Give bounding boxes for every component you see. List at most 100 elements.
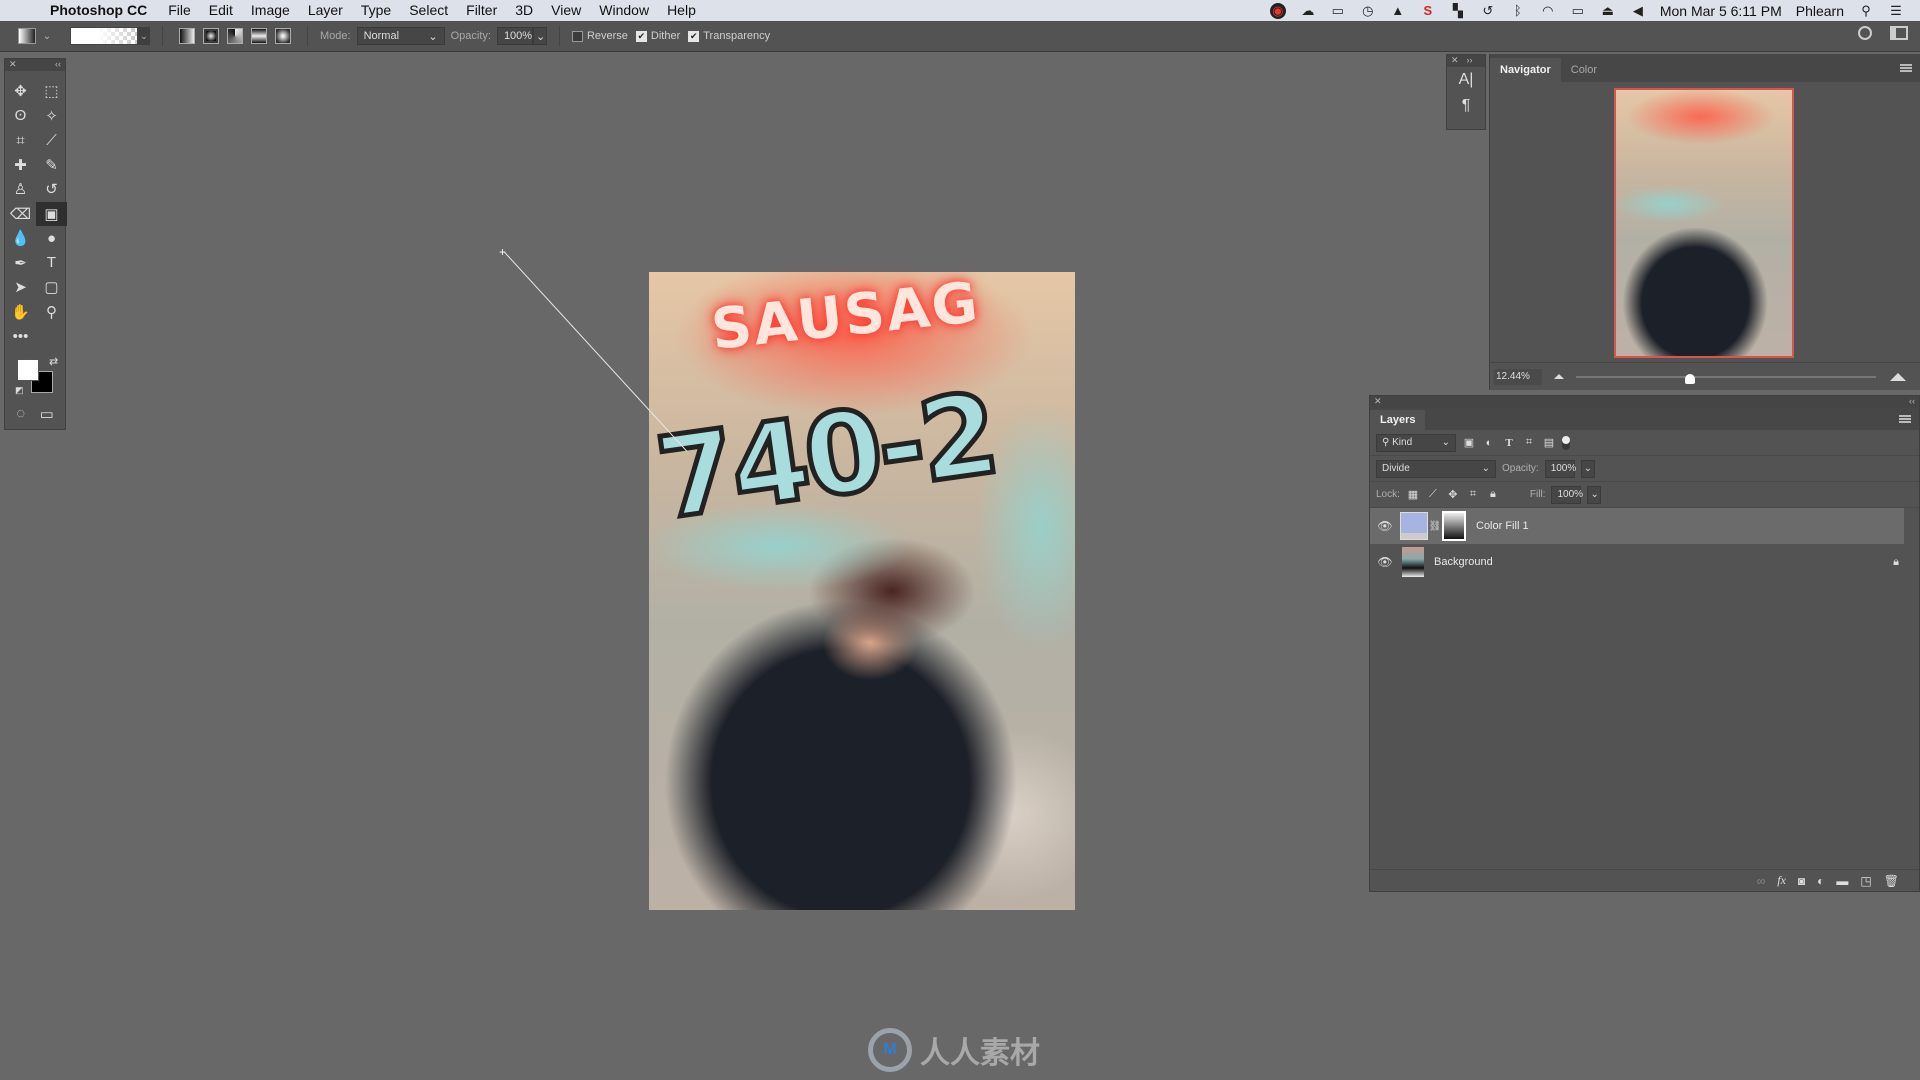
search-icon[interactable] bbox=[1858, 26, 1872, 40]
menu-select[interactable]: Select bbox=[400, 0, 457, 21]
menu-user[interactable]: Phlearn bbox=[1796, 3, 1844, 19]
menu-view[interactable]: View bbox=[542, 0, 590, 21]
visibility-eye-icon[interactable]: 👁︎ bbox=[1370, 555, 1400, 569]
layer-name[interactable]: Color Fill 1 bbox=[1476, 520, 1529, 532]
link-layers-icon[interactable]: ∞ bbox=[1757, 874, 1766, 888]
gradient-picker-chevron-down-icon[interactable]: ⌄ bbox=[138, 27, 150, 45]
gradient-tool-preset-icon[interactable] bbox=[18, 28, 36, 44]
zoom-tool-icon[interactable]: ⚲ bbox=[36, 300, 67, 325]
diamond-gradient-button[interactable] bbox=[275, 28, 291, 44]
dither-checkbox[interactable]: ✔ Dither bbox=[635, 30, 680, 42]
clock-icon[interactable]: ◷ bbox=[1360, 3, 1376, 19]
reverse-checkbox-box[interactable] bbox=[571, 30, 583, 42]
layer-row-background[interactable]: 👁︎ Background 🔒︎ bbox=[1370, 544, 1919, 580]
shape-layer-filter-icon[interactable]: ⌗ bbox=[1522, 436, 1536, 450]
blur-tool-icon[interactable]: 💧 bbox=[5, 226, 36, 251]
adjustment-layer-filter-icon[interactable]: ◐ bbox=[1482, 436, 1496, 450]
menu-clock[interactable]: Mon Mar 5 6:11 PM bbox=[1660, 3, 1782, 19]
transparency-checkbox[interactable]: ✔ Transparency bbox=[688, 30, 770, 42]
tab-navigator[interactable]: Navigator bbox=[1490, 58, 1561, 82]
menu-edit[interactable]: Edit bbox=[200, 0, 242, 21]
collapse-icon[interactable]: ‹‹ bbox=[55, 59, 61, 71]
paragraph-panel-icon[interactable]: ¶ bbox=[1447, 93, 1485, 119]
menu-type[interactable]: Type bbox=[352, 0, 400, 21]
pen-tool-icon[interactable]: ✒ bbox=[5, 251, 36, 276]
vinyl-record-icon[interactable]: ◉ bbox=[1269, 2, 1286, 19]
gradient-tool-icon[interactable]: ▣ bbox=[36, 201, 67, 226]
screen-mode-icon[interactable]: ▭ bbox=[40, 405, 54, 423]
filter-kind-select[interactable]: ⚲ Kind ⌄ bbox=[1376, 433, 1456, 452]
opacity-chevron-down-icon[interactable]: ⌄ bbox=[532, 27, 547, 45]
menu-layer[interactable]: Layer bbox=[299, 0, 352, 21]
menu-window[interactable]: Window bbox=[590, 0, 658, 21]
close-icon[interactable]: ✕ bbox=[9, 59, 17, 71]
menu-image[interactable]: Image bbox=[242, 0, 299, 21]
healing-brush-tool-icon[interactable]: ✚ bbox=[5, 153, 36, 178]
eject-icon[interactable]: ⏏ bbox=[1600, 3, 1616, 19]
tab-layers[interactable]: Layers bbox=[1370, 410, 1426, 430]
lasso-tool-icon[interactable]: ʘ bbox=[5, 104, 36, 129]
close-icon[interactable]: ✕ bbox=[1451, 55, 1459, 67]
menu-help[interactable]: Help bbox=[658, 0, 705, 21]
layer-mask-thumbnail[interactable] bbox=[1442, 511, 1466, 541]
menu-3d[interactable]: 3D bbox=[506, 0, 542, 21]
visibility-eye-icon[interactable]: 👁︎ bbox=[1370, 519, 1400, 533]
layer-opacity-chevron-down-icon[interactable]: ⌄ bbox=[1580, 459, 1595, 478]
new-adjustment-layer-icon[interactable]: ◐ bbox=[1817, 874, 1824, 888]
menu-app-name[interactable]: Photoshop CC bbox=[40, 0, 159, 21]
lock-image-pixels-icon[interactable]: ⟋ bbox=[1426, 488, 1440, 502]
menu-file[interactable]: File bbox=[159, 0, 200, 21]
eyedropper-tool-icon[interactable]: ⟋ bbox=[36, 128, 67, 153]
shape-tool-icon[interactable]: ▢ bbox=[36, 275, 67, 300]
new-group-icon[interactable]: ▬ bbox=[1836, 874, 1848, 888]
navigator-preview[interactable] bbox=[1614, 88, 1794, 358]
lock-transparent-pixels-icon[interactable]: ▦ bbox=[1406, 488, 1420, 502]
radial-gradient-button[interactable] bbox=[203, 28, 219, 44]
history-brush-tool-icon[interactable]: ↺ bbox=[36, 177, 67, 202]
color-fill-thumbnail[interactable] bbox=[1400, 512, 1428, 540]
fill-input[interactable]: 100% bbox=[1551, 485, 1583, 504]
close-icon[interactable]: ✕ bbox=[1374, 396, 1382, 408]
move-tool-icon[interactable]: ✥ bbox=[5, 79, 36, 104]
foreground-color-swatch[interactable] bbox=[17, 358, 39, 381]
clone-stamp-tool-icon[interactable]: ♙ bbox=[5, 177, 36, 202]
quick-mask-icon[interactable]: ◌ bbox=[16, 405, 25, 423]
battery-plug-icon[interactable]: ▭ bbox=[1330, 3, 1346, 19]
document-canvas[interactable]: SAUSAG 740-2 bbox=[649, 272, 1075, 910]
bluetooth-icon[interactable]: ᛒ bbox=[1510, 3, 1526, 19]
background-thumbnail[interactable] bbox=[1402, 547, 1424, 577]
menu-filter[interactable]: Filter bbox=[457, 0, 506, 21]
notification-center-icon[interactable]: ☰ bbox=[1888, 3, 1904, 19]
reflected-gradient-button[interactable] bbox=[251, 28, 267, 44]
zoom-out-icon[interactable] bbox=[1554, 374, 1564, 379]
zoom-slider-handle[interactable] bbox=[1685, 373, 1695, 384]
character-panel-icon[interactable]: A| bbox=[1447, 67, 1485, 93]
angle-gradient-button[interactable] bbox=[227, 28, 243, 44]
brush-tool-icon[interactable]: ✎ bbox=[36, 153, 67, 178]
wifi-icon[interactable]: ◠ bbox=[1540, 3, 1556, 19]
tools-panel-header[interactable]: ✕ ‹‹ bbox=[5, 59, 65, 71]
expand-icon[interactable]: ›› bbox=[1467, 55, 1473, 67]
swap-colors-icon[interactable]: ⇄ bbox=[49, 355, 58, 368]
zoom-slider[interactable] bbox=[1576, 373, 1876, 384]
spotlight-search-icon[interactable]: ⚲ bbox=[1858, 3, 1874, 19]
pixel-layer-filter-icon[interactable]: ▣ bbox=[1462, 436, 1476, 450]
zoom-in-icon[interactable] bbox=[1890, 372, 1906, 381]
apple-logo-icon[interactable] bbox=[18, 0, 40, 21]
mode-select[interactable]: Normal ⌄ bbox=[356, 27, 445, 45]
layer-opacity-input[interactable]: 100% bbox=[1544, 459, 1576, 478]
delete-layer-icon[interactable]: 🗑︎ bbox=[1884, 874, 1899, 888]
s-app-icon[interactable]: S bbox=[1420, 3, 1436, 19]
type-tool-icon[interactable]: T bbox=[36, 251, 67, 276]
panel-menu-icon[interactable] bbox=[1899, 415, 1911, 423]
time-machine-icon[interactable]: ↺ bbox=[1480, 3, 1496, 19]
crop-tool-icon[interactable]: ⌗ bbox=[5, 128, 36, 153]
marquee-tool-icon[interactable]: ⬚ bbox=[36, 79, 67, 104]
tab-color[interactable]: Color bbox=[1561, 58, 1607, 82]
airplay-icon[interactable]: ▭ bbox=[1570, 3, 1586, 19]
path-selection-tool-icon[interactable]: ➤ bbox=[5, 275, 36, 300]
fx-icon[interactable]: fx bbox=[1777, 873, 1786, 888]
magic-wand-tool-icon[interactable]: ✧ bbox=[36, 104, 67, 129]
lock-artboard-icon[interactable]: ⌗ bbox=[1466, 488, 1480, 502]
opacity-input[interactable]: 100% bbox=[496, 27, 533, 45]
